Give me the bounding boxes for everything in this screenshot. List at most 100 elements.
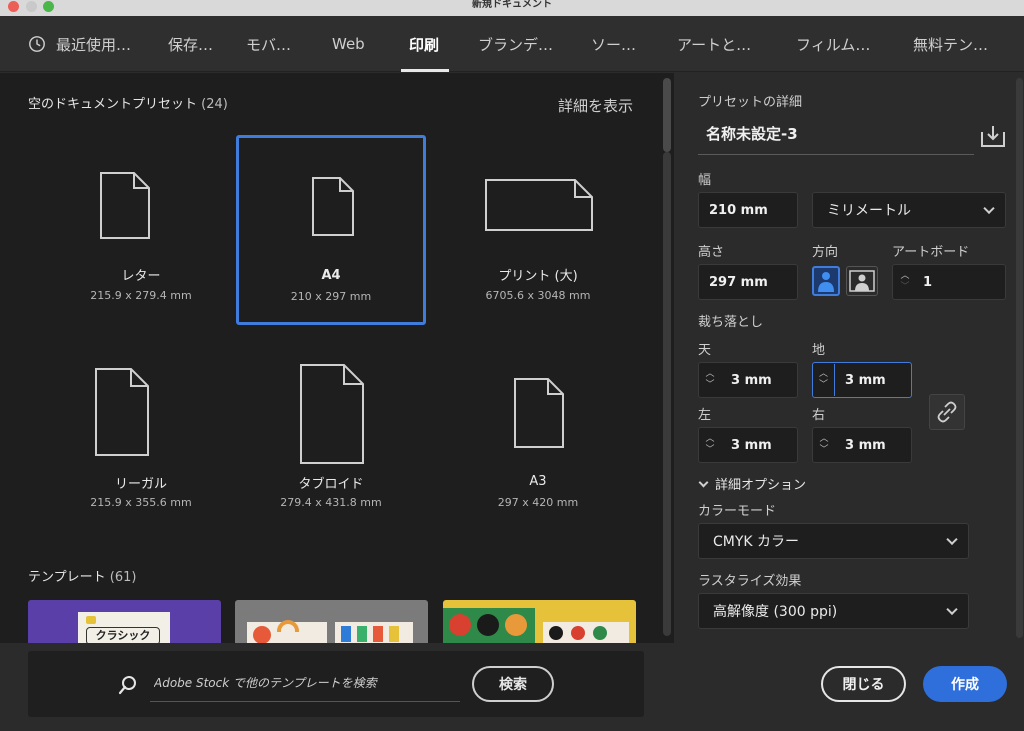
bleed-bottom-stepper[interactable]: ︿ ﹀ — [813, 364, 835, 396]
bleed-right-label: 右 — [812, 408, 826, 423]
portrait-icon — [818, 272, 834, 292]
preset-legal[interactable]: リーガル 215.9 x 355.6 mm — [46, 350, 236, 540]
preset-name: A4 — [321, 268, 341, 283]
orientation-label: 方向 — [812, 245, 839, 260]
artboards-label: アートボード — [892, 245, 970, 260]
tab-branding[interactable]: ブランデ… — [478, 16, 553, 72]
close-button[interactable]: 閉じる — [821, 666, 906, 702]
preset-name: リーガル — [114, 477, 167, 492]
templates-heading: テンプレート (61) — [28, 566, 136, 585]
bleed-left-label: 左 — [698, 408, 712, 423]
preset-a4[interactable]: A4 210 x 297 mm — [236, 135, 426, 325]
bleed-left-value: 3 mm — [731, 437, 772, 453]
scroll-thumb[interactable] — [663, 78, 671, 152]
portrait-document-icon — [300, 364, 364, 464]
bleed-top-stepper[interactable]: ︿ ﹀ — [699, 364, 721, 396]
tab-art[interactable]: アートと… — [677, 16, 751, 72]
bleed-bottom-value: 3 mm — [845, 372, 886, 388]
preset-details-panel — [674, 73, 1024, 731]
height-label: 高さ — [698, 245, 725, 260]
preset-size: 297 x 420 mm — [497, 496, 579, 509]
window-title: 新規ドキュメント — [472, 0, 552, 10]
template-thumbnail[interactable] — [235, 600, 428, 643]
chevron-down-icon — [698, 477, 709, 488]
landscape-orientation-button[interactable] — [846, 266, 878, 296]
show-details-link[interactable]: 詳細を表示 — [558, 95, 633, 116]
landscape-icon — [849, 270, 875, 292]
preset-size: 6705.6 x 3048 mm — [485, 289, 591, 302]
color-mode-value: CMYK カラー — [713, 534, 800, 550]
template-preview-shape — [505, 614, 527, 636]
template-preview-shape — [373, 626, 383, 642]
template-preview-shape — [449, 614, 471, 636]
chevron-down-icon — [946, 603, 958, 616]
height-field[interactable]: 297 mm — [698, 264, 798, 300]
artboards-value: 1 — [923, 274, 933, 290]
tab-print[interactable]: 印刷 — [409, 16, 439, 72]
bleed-right-stepper[interactable]: ︿ ﹀ — [813, 429, 835, 461]
template-preview-shape — [341, 626, 351, 642]
advanced-options-toggle[interactable]: 詳細オプション — [698, 474, 806, 493]
raster-effects-select[interactable]: 高解像度 (300 ppi) — [698, 593, 969, 629]
width-label: 幅 — [698, 173, 712, 188]
tab-mobile[interactable]: モバ… — [246, 16, 291, 72]
portrait-orientation-button[interactable] — [812, 266, 840, 296]
template-preview-shape — [389, 626, 399, 642]
document-name-field[interactable]: 名称未設定-3 — [698, 113, 974, 155]
stock-search-input[interactable] — [150, 664, 460, 702]
link-bleed-button[interactable] — [929, 394, 965, 430]
tab-recent[interactable]: 最近使用… — [28, 16, 131, 72]
tab-free-templates[interactable]: 無料テン… — [913, 16, 988, 72]
bleed-right-value: 3 mm — [845, 437, 886, 453]
template-thumbnail[interactable] — [443, 600, 636, 643]
tab-social[interactable]: ソー… — [591, 16, 636, 72]
tab-film[interactable]: フィルム… — [796, 16, 870, 72]
bleed-bottom-label: 地 — [812, 343, 826, 358]
landscape-document-icon — [485, 179, 593, 231]
tab-saved[interactable]: 保存… — [168, 16, 213, 72]
preset-name: レター — [121, 269, 161, 284]
bleed-left-stepper[interactable]: ︿ ﹀ — [699, 429, 721, 461]
presets-count: (24) — [201, 97, 228, 112]
template-preview-shape — [593, 626, 607, 640]
create-button[interactable]: 作成 — [923, 666, 1007, 702]
template-thumbnail[interactable]: クラシック — [28, 600, 221, 643]
save-preset-icon[interactable] — [980, 124, 1006, 148]
presets-heading: 空のドキュメントプリセット (24) — [28, 93, 228, 112]
portrait-document-icon — [514, 378, 564, 448]
tab-web[interactable]: Web — [332, 16, 365, 72]
preset-name: タブロイド — [298, 477, 364, 492]
artboards-stepper[interactable]: ︿ ﹀ — [894, 266, 916, 298]
preset-name: A3 — [529, 474, 547, 489]
color-mode-label: カラーモード — [698, 504, 777, 519]
details-scrollbar[interactable] — [1016, 78, 1023, 638]
bleed-top-label: 天 — [698, 343, 712, 358]
template-preview-shape — [477, 614, 499, 636]
portrait-document-icon — [312, 177, 354, 236]
raster-effects-value: 高解像度 (300 ppi) — [713, 604, 838, 620]
clock-icon — [29, 36, 45, 52]
portrait-document-icon — [100, 172, 150, 239]
preset-size: 279.4 x 431.8 mm — [280, 496, 382, 509]
active-tab-indicator — [401, 69, 449, 72]
preset-size: 215.9 x 355.6 mm — [90, 496, 192, 509]
preset-size: 210 x 297 mm — [290, 290, 372, 303]
templates-count: (61) — [109, 570, 137, 585]
template-preview-badge — [86, 616, 96, 624]
unit-select[interactable]: ミリメートル — [812, 192, 1006, 228]
advanced-options-label: 詳細オプション — [715, 478, 807, 493]
color-mode-select[interactable]: CMYK カラー — [698, 523, 969, 559]
bleed-label: 裁ち落とし — [698, 315, 764, 330]
preset-letter[interactable]: レター 215.9 x 279.4 mm — [46, 141, 236, 331]
search-button[interactable]: 検索 — [472, 666, 554, 702]
unit-select-value: ミリメートル — [827, 203, 911, 219]
chevron-down-icon — [983, 202, 995, 215]
preset-tabloid[interactable]: タブロイド 279.4 x 431.8 mm — [236, 350, 426, 540]
preset-print-large[interactable]: プリント (大) 6705.6 x 3048 mm — [443, 141, 633, 331]
preset-a3[interactable]: A3 297 x 420 mm — [443, 350, 633, 540]
preset-details-heading: プリセットの詳細 — [698, 95, 803, 110]
scroll-track — [663, 152, 671, 636]
width-field[interactable]: 210 mm — [698, 192, 798, 228]
portrait-document-icon — [95, 368, 149, 456]
title-bar: 新規ドキュメント — [0, 0, 1024, 16]
